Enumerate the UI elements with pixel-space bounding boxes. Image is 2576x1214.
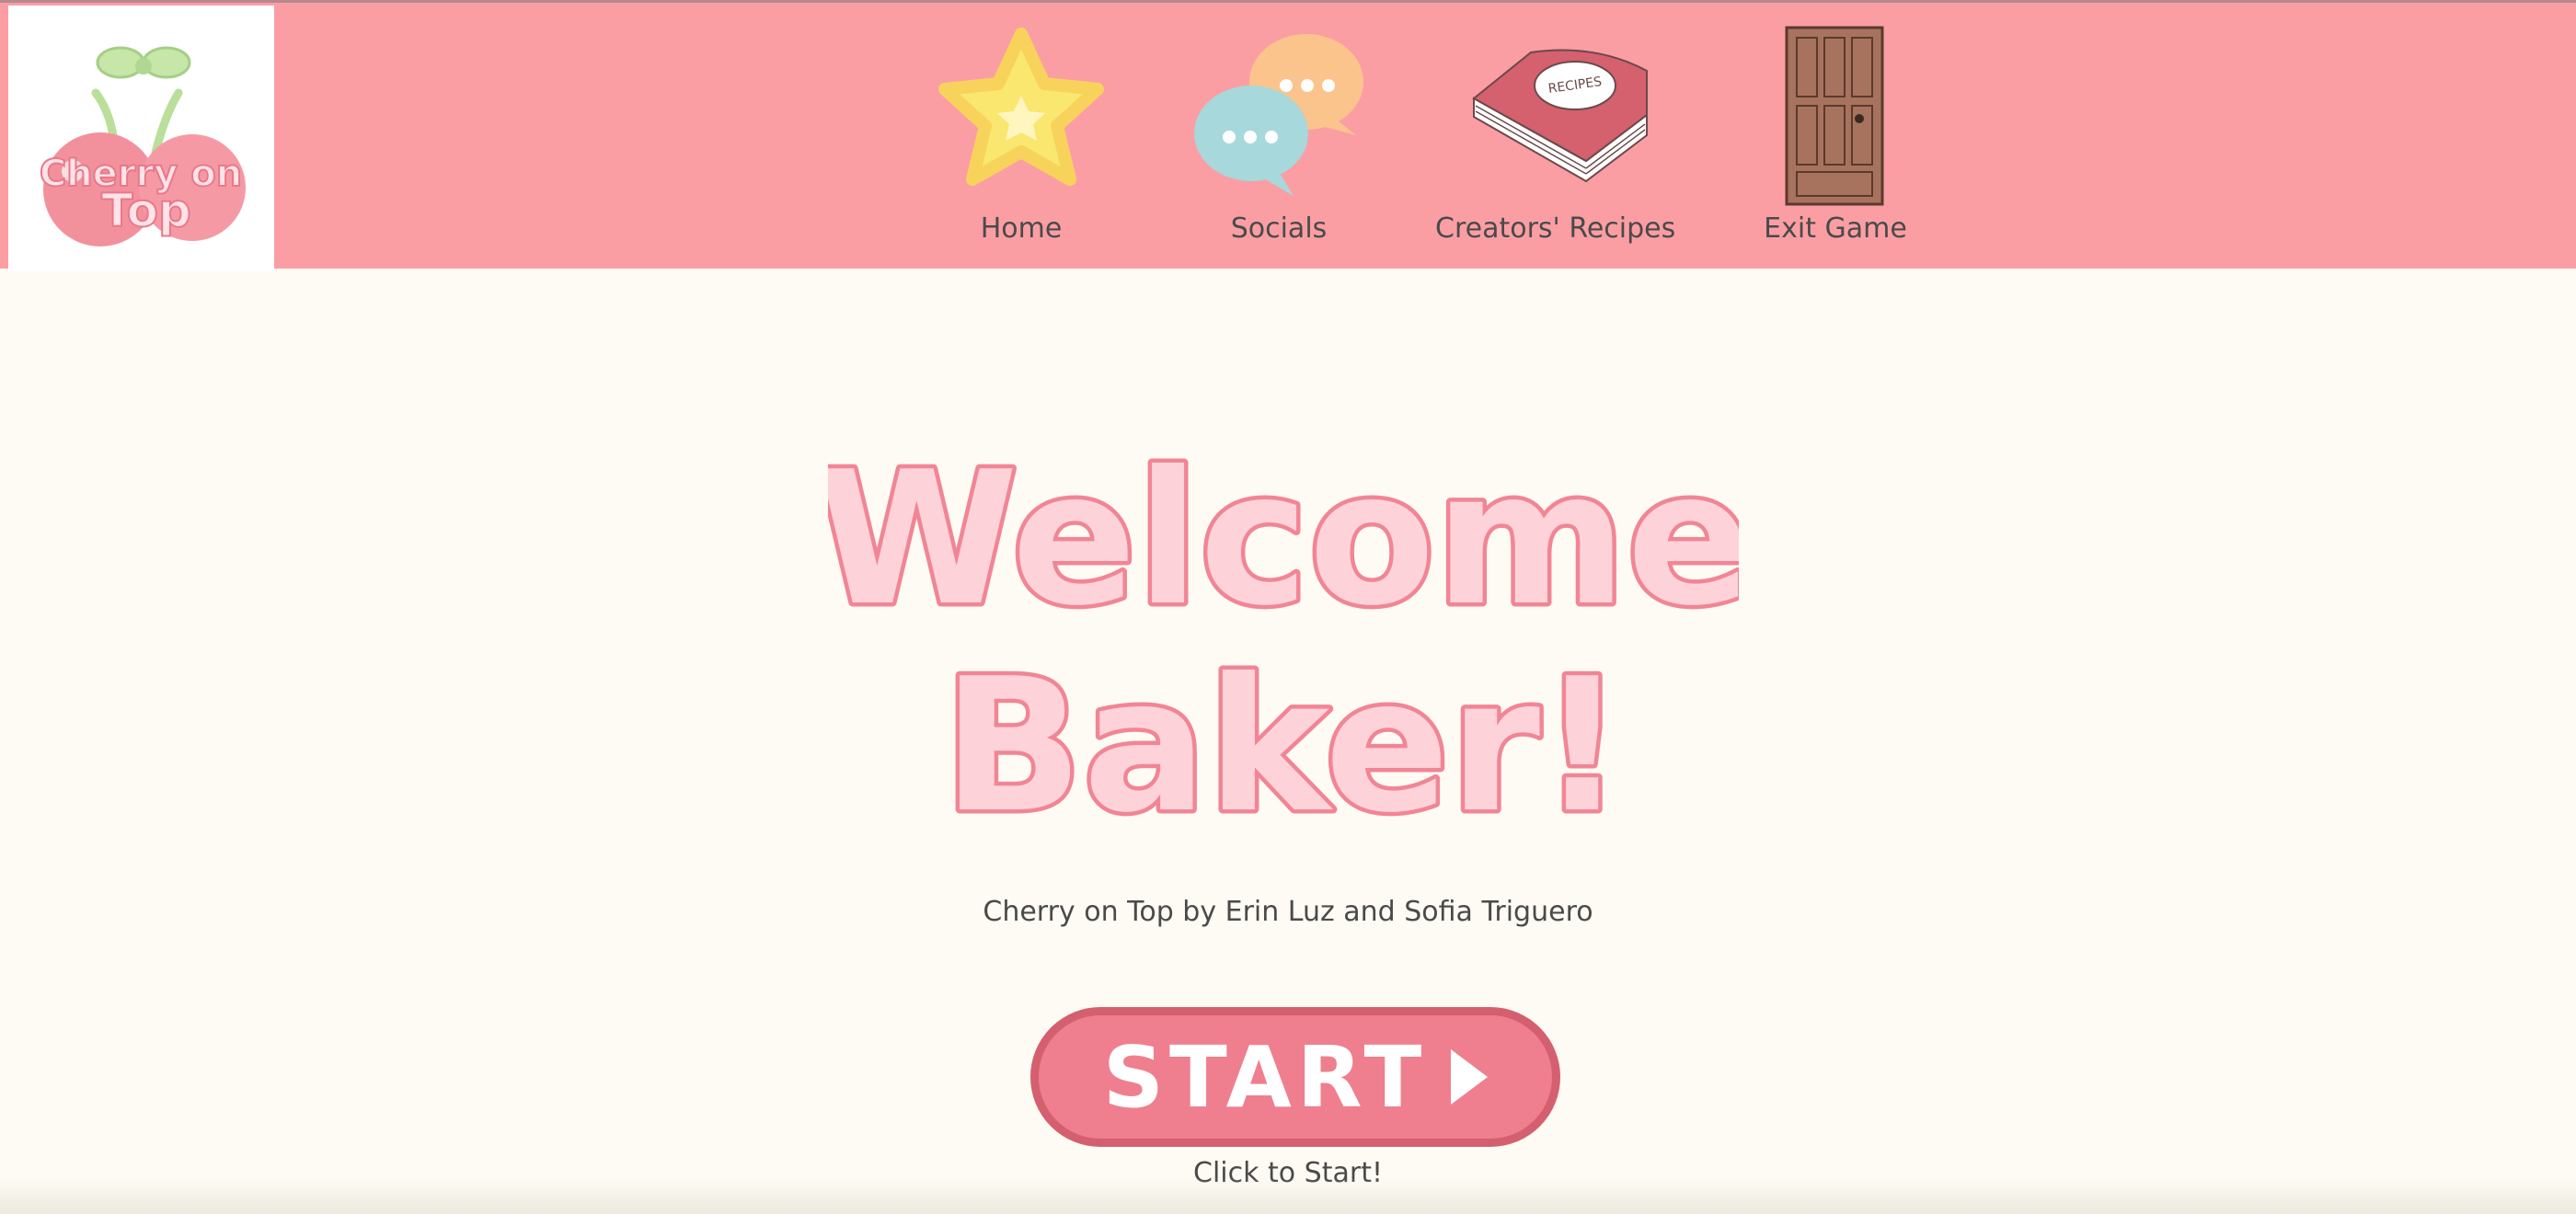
door-icon [1785, 26, 1884, 206]
nav-socials-label: Socials [1230, 212, 1328, 245]
bottom-shadow [0, 1177, 2576, 1214]
nav-socials[interactable]: Socials [1187, 3, 1371, 271]
start-button[interactable]: START [1030, 1007, 1560, 1147]
credits-text: Cherry on Top by Erin Luz and Sofia Trig… [983, 896, 1593, 928]
welcome-title-line2: Baker! [943, 639, 1625, 846]
nav-home-label: Home [980, 212, 1063, 245]
nav-exit-game[interactable]: Exit Game [1743, 3, 1927, 271]
cherry-logo-icon: Cherry on Top [39, 46, 246, 246]
nav-creators-recipes[interactable]: RECIPES Creators' Recipes [1435, 3, 1676, 271]
play-arrow-icon [1451, 1049, 1489, 1105]
start-button-label: START [1102, 1027, 1428, 1127]
recipe-book-icon: RECIPES [1472, 49, 1648, 183]
logo-text-line2: Top [101, 184, 191, 237]
chat-bubbles-icon [1194, 34, 1363, 196]
welcome-title-line1: Welcome [828, 432, 1739, 647]
nav-exit-game-label: Exit Game [1764, 212, 1907, 245]
top-navigation-bar: Cherry on Top Home Socials RECIPES Creat… [0, 0, 2576, 271]
cherry-on-top-logo[interactable]: Cherry on Top [8, 6, 274, 271]
star-icon [938, 28, 1104, 186]
welcome-title: Welcome Baker! [828, 386, 1739, 847]
welcome-title-art: Welcome Baker! [828, 429, 1739, 847]
nav-home[interactable]: Home [929, 3, 1113, 271]
nav-creators-recipes-label: Creators' Recipes [1435, 212, 1676, 245]
